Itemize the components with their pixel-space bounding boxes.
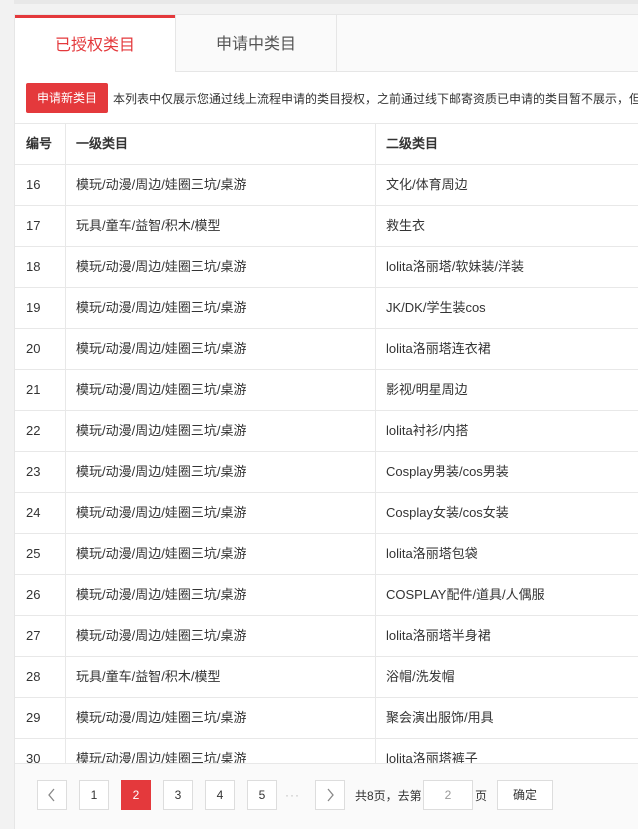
table-row: 23 模玩/动漫/周边/娃圈三坑/桌游 Cosplay男装/cos男装: [15, 451, 638, 492]
cell-level2-category: 救生衣: [386, 218, 426, 233]
table-row: 21 模玩/动漫/周边/娃圈三坑/桌游 影视/明星周边: [15, 369, 638, 410]
pagination: 1 2 3 4 5 ··· 共8页，去第 页 确定: [15, 764, 638, 829]
cell-id: 23: [15, 452, 66, 492]
confirm-goto-button[interactable]: 确定: [497, 780, 553, 810]
apply-new-category-button[interactable]: 申请新类目: [26, 83, 108, 113]
cell-level2-category: 聚会演出服饰/用具: [386, 710, 494, 725]
cell-level2-category: JK/DK/学生装cos: [386, 300, 486, 315]
cell-level1-category: 模玩/动漫/周边/娃圈三坑/桌游: [66, 288, 376, 328]
cell-level2-category: lolita洛丽塔包袋: [386, 546, 478, 561]
table-row: 22 模玩/动漫/周边/娃圈三坑/桌游 lolita衬衫/内搭: [15, 410, 638, 451]
category-panel: 已授权类目 申请中类目 申请新类目 本列表中仅展示您通过线上流程申请的类目授权，…: [14, 14, 638, 829]
cell-level1-category: 玩具/童车/益智/积木/模型: [66, 206, 376, 246]
cell-level2-category: Cosplay女装/cos女装: [386, 505, 509, 520]
cell-id: 17: [15, 206, 66, 246]
cell-id: 19: [15, 288, 66, 328]
cell-level1-category: 模玩/动漫/周边/娃圈三坑/桌游: [66, 493, 376, 533]
table-row: 17 玩具/童车/益智/积木/模型 救生衣: [15, 205, 638, 246]
category-table: 编号 一级类目 二级类目 16 模玩/动漫/周边/娃圈三坑/桌游 文化/体育周边 17…: [15, 123, 638, 779]
cell-id: 27: [15, 616, 66, 656]
table-row: 27 模玩/动漫/周边/娃圈三坑/桌游 lolita洛丽塔半身裙: [15, 615, 638, 656]
tab-bar: 已授权类目 申请中类目: [15, 15, 638, 72]
header-level2: 二级类目: [386, 136, 439, 151]
table-row: 26 模玩/动漫/周边/娃圈三坑/桌游 COSPLAY配件/道具/人偶服: [15, 574, 638, 615]
cell-level2-category: lolita洛丽塔/软妹装/洋装: [386, 259, 524, 274]
header-level1: 一级类目: [66, 124, 376, 164]
cell-level2-category: 文化/体育周边: [386, 177, 468, 192]
page-button-1[interactable]: 1: [79, 780, 109, 810]
pagination-ellipsis: ···: [285, 788, 300, 802]
page-button-4[interactable]: 4: [205, 780, 235, 810]
cell-level1-category: 模玩/动漫/周边/娃圈三坑/桌游: [66, 534, 376, 574]
total-pages-text: 共8页，去第: [355, 789, 422, 803]
cell-id: 22: [15, 411, 66, 451]
cell-id: 29: [15, 698, 66, 738]
cell-level1-category: 模玩/动漫/周边/娃圈三坑/桌游: [66, 370, 376, 410]
cell-id: 24: [15, 493, 66, 533]
next-page-button[interactable]: [315, 780, 345, 810]
prev-page-button[interactable]: [37, 780, 67, 810]
cell-level1-category: 模玩/动漫/周边/娃圈三坑/桌游: [66, 247, 376, 287]
cell-level2-category: COSPLAY配件/道具/人偶服: [386, 587, 545, 602]
table-row: 20 模玩/动漫/周边/娃圈三坑/桌游 lolita洛丽塔连衣裙: [15, 328, 638, 369]
page-button-2-current[interactable]: 2: [121, 780, 151, 810]
table-row: 25 模玩/动漫/周边/娃圈三坑/桌游 lolita洛丽塔包袋: [15, 533, 638, 574]
cell-level1-category: 模玩/动漫/周边/娃圈三坑/桌游: [66, 575, 376, 615]
header-id: 编号: [15, 124, 66, 164]
cell-level1-category: 模玩/动漫/周边/娃圈三坑/桌游: [66, 452, 376, 492]
cell-level2-category: lolita洛丽塔连衣裙: [386, 341, 491, 356]
cell-level1-category: 模玩/动漫/周边/娃圈三坑/桌游: [66, 411, 376, 451]
page-button-3[interactable]: 3: [163, 780, 193, 810]
page-suffix-text: 页: [475, 789, 488, 803]
cell-id: 26: [15, 575, 66, 615]
cell-level2-category: 浴帽/洗发帽: [386, 669, 455, 684]
cell-level2-category: lolita衬衫/内搭: [386, 423, 469, 438]
chevron-left-icon: [48, 788, 55, 802]
table-header-row: 编号 一级类目 二级类目: [15, 123, 638, 164]
cell-level1-category: 模玩/动漫/周边/娃圈三坑/桌游: [66, 616, 376, 656]
cell-level1-category: 模玩/动漫/周边/娃圈三坑/桌游: [66, 329, 376, 369]
cell-level2-category: Cosplay男装/cos男装: [386, 464, 509, 479]
cell-id: 28: [15, 657, 66, 697]
table-row: 19 模玩/动漫/周边/娃圈三坑/桌游 JK/DK/学生装cos: [15, 287, 638, 328]
cell-id: 18: [15, 247, 66, 287]
page-button-5[interactable]: 5: [247, 780, 277, 810]
cell-level2-category: lolita洛丽塔半身裙: [386, 628, 491, 643]
cell-id: 25: [15, 534, 66, 574]
cell-level1-category: 模玩/动漫/周边/娃圈三坑/桌游: [66, 698, 376, 738]
table-row: 16 模玩/动漫/周边/娃圈三坑/桌游 文化/体育周边: [15, 164, 638, 205]
cell-id: 16: [15, 165, 66, 205]
tab-authorized-categories[interactable]: 已授权类目: [15, 15, 175, 72]
table-row: 29 模玩/动漫/周边/娃圈三坑/桌游 聚会演出服饰/用具: [15, 697, 638, 738]
notice-text: 本列表中仅展示您通过线上流程申请的类目授权，之前通过线下邮寄资质已申请的类目暂不…: [113, 92, 638, 106]
table-row: 24 模玩/动漫/周边/娃圈三坑/桌游 Cosplay女装/cos女装: [15, 492, 638, 533]
tab-pending-categories[interactable]: 申请中类目: [175, 15, 337, 71]
goto-page-input[interactable]: [423, 780, 473, 810]
cell-level1-category: 玩具/童车/益智/积木/模型: [66, 657, 376, 697]
notice-row: 申请新类目 本列表中仅展示您通过线上流程申请的类目授权，之前通过线下邮寄资质已申…: [15, 72, 638, 122]
table-row: 28 玩具/童车/益智/积木/模型 浴帽/洗发帽: [15, 656, 638, 697]
table-row: 18 模玩/动漫/周边/娃圈三坑/桌游 lolita洛丽塔/软妹装/洋装: [15, 246, 638, 287]
chevron-right-icon: [327, 788, 334, 802]
cell-level2-category: 影视/明星周边: [386, 382, 468, 397]
top-strip: [14, 0, 638, 4]
cell-level1-category: 模玩/动漫/周边/娃圈三坑/桌游: [66, 165, 376, 205]
cell-id: 21: [15, 370, 66, 410]
cell-id: 20: [15, 329, 66, 369]
